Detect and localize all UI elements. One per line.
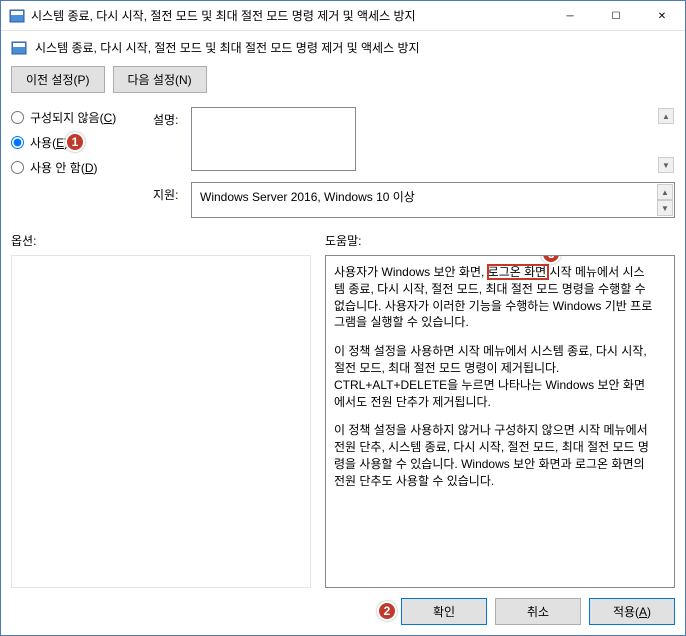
help-column: 도움말: 사용자가 Windows 보안 화면, 로그온 화면 시작 메뉴에서 … <box>325 232 675 588</box>
next-setting-button[interactable]: 다음 설정(N) <box>113 66 207 93</box>
titlebar-title: 시스템 종료, 다시 시작, 절전 모드 및 최대 절전 모드 명령 제거 및 … <box>31 7 547 24</box>
help-paragraph-2: 이 정책 설정을 사용하면 시작 메뉴에서 시스템 종료, 다시 시작, 절전 … <box>334 343 654 410</box>
titlebar: 시스템 종료, 다시 시작, 절전 모드 및 최대 절전 모드 명령 제거 및 … <box>1 1 685 31</box>
prev-setting-button[interactable]: 이전 설정(P) <box>11 66 105 93</box>
ok-button[interactable]: 확인 <box>401 598 487 625</box>
support-scrollbar[interactable]: ▲ ▼ <box>657 184 673 216</box>
supported-row: 지원: Windows Server 2016, Windows 10 이상 ▲… <box>153 182 675 218</box>
options-column: 옵션: <box>11 232 311 588</box>
scroll-down-icon[interactable]: ▼ <box>658 157 674 173</box>
radio-enabled[interactable]: 사용(E) 1 <box>11 134 141 151</box>
button-row: 2 확인 취소 적용(A) <box>11 588 675 625</box>
supported-box: Windows Server 2016, Windows 10 이상 ▲ ▼ <box>191 182 675 218</box>
cancel-button[interactable]: 취소 <box>495 598 581 625</box>
policy-title: 시스템 종료, 다시 시작, 절전 모드 및 최대 절전 모드 명령 제거 및 … <box>35 39 420 56</box>
help-box: 사용자가 Windows 보안 화면, 로그온 화면 시작 메뉴에서 시스템 종… <box>325 255 675 588</box>
radio-not-configured[interactable]: 구성되지 않음(C) <box>11 109 141 126</box>
radio-not-configured-label: 구성되지 않음(C) <box>30 109 116 126</box>
supported-label: 지원: <box>153 182 183 218</box>
window-controls: ─ ☐ ✕ <box>547 1 685 30</box>
radio-group: 구성되지 않음(C) 사용(E) 1 사용 안 함(D) <box>11 107 141 218</box>
desc-scrollbar[interactable]: ▲ ▼ <box>658 108 674 173</box>
radio-enabled-input[interactable] <box>11 136 24 149</box>
apply-button[interactable]: 적용(A) <box>589 598 675 625</box>
policy-dialog: 시스템 종료, 다시 시작, 절전 모드 및 최대 절전 모드 명령 제거 및 … <box>0 0 686 636</box>
scroll-up-icon[interactable]: ▲ <box>657 184 673 200</box>
close-button[interactable]: ✕ <box>639 1 685 31</box>
description-label: 설명: <box>153 107 183 174</box>
help-highlight: 로그온 화면 <box>488 265 547 279</box>
annotation-2: 2 <box>377 601 397 621</box>
nav-buttons: 이전 설정(P) 다음 설정(N) <box>11 66 675 93</box>
minimize-button[interactable]: ─ <box>547 1 593 31</box>
policy-header-icon <box>11 40 27 56</box>
radio-disabled-input[interactable] <box>11 161 24 174</box>
content: 시스템 종료, 다시 시작, 절전 모드 및 최대 절전 모드 명령 제거 및 … <box>1 31 685 635</box>
scroll-down-icon[interactable]: ▼ <box>657 200 673 216</box>
scroll-up-icon[interactable]: ▲ <box>658 108 674 124</box>
annotation-1: 1 <box>65 132 85 152</box>
description-row: 설명: ▲ ▼ <box>153 107 675 174</box>
supported-text: Windows Server 2016, Windows 10 이상 <box>200 190 415 204</box>
policy-icon <box>9 8 25 24</box>
config-grid: 구성되지 않음(C) 사용(E) 1 사용 안 함(D) 설명: <box>11 107 675 218</box>
help-paragraph-1: 사용자가 Windows 보안 화면, 로그온 화면 시작 메뉴에서 시스템 종… <box>334 264 654 331</box>
fields-column: 설명: ▲ ▼ 지원: Windows Server 2016, Windows… <box>153 107 675 218</box>
radio-disabled[interactable]: 사용 안 함(D) <box>11 159 141 176</box>
description-textarea[interactable] <box>191 107 356 171</box>
options-label: 옵션: <box>11 232 311 249</box>
annotation-3: 3 <box>541 255 561 264</box>
options-box <box>11 255 311 588</box>
radio-disabled-label: 사용 안 함(D) <box>30 159 98 176</box>
lower-section: 옵션: 도움말: 사용자가 Windows 보안 화면, 로그온 화면 시작 메… <box>11 232 675 588</box>
radio-not-configured-input[interactable] <box>11 111 24 124</box>
help-label: 도움말: <box>325 232 675 249</box>
radio-enabled-label: 사용(E) <box>30 134 68 151</box>
policy-header: 시스템 종료, 다시 시작, 절전 모드 및 최대 절전 모드 명령 제거 및 … <box>11 39 675 56</box>
maximize-button[interactable]: ☐ <box>593 1 639 31</box>
help-paragraph-3: 이 정책 설정을 사용하지 않거나 구성하지 않으면 시작 메뉴에서 전원 단추… <box>334 422 654 489</box>
